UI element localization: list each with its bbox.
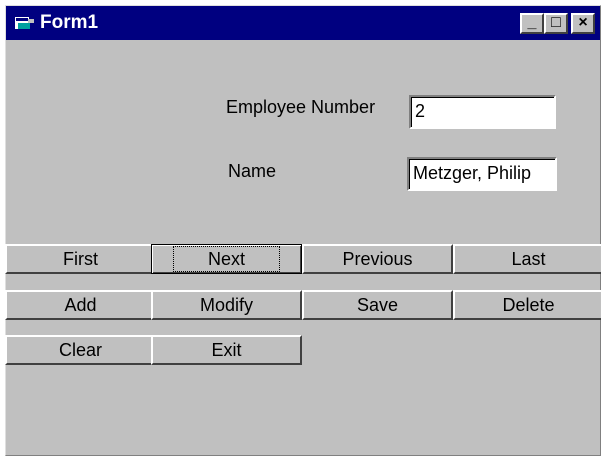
modify-button[interactable]: Modify (151, 290, 302, 320)
minimize-icon: _ (527, 14, 537, 31)
save-button[interactable]: Save (302, 290, 453, 320)
form1-window: Form1 _ □ × Employee Number 2 Name Metzg… (5, 5, 601, 456)
exit-button-label: Exit (211, 340, 242, 360)
clear-button-label: Clear (58, 340, 102, 360)
close-button[interactable]: × (571, 13, 595, 34)
maximize-button[interactable]: □ (544, 13, 568, 34)
name-field[interactable]: Metzger, Philip (407, 157, 557, 191)
exit-button[interactable]: Exit (151, 335, 302, 365)
first-button-label: First (63, 249, 98, 269)
close-icon: × (578, 14, 588, 31)
add-button[interactable]: Add (5, 290, 156, 320)
minimize-button[interactable]: _ (520, 13, 544, 34)
form-icon (15, 17, 34, 29)
first-button[interactable]: First (5, 244, 156, 274)
previous-button-label: Previous (342, 249, 413, 269)
clear-button[interactable]: Clear (5, 335, 156, 365)
delete-button[interactable]: Delete (453, 290, 601, 320)
last-button-label: Last (511, 249, 546, 269)
employee-number-label: Employee Number (226, 97, 376, 117)
previous-button[interactable]: Previous (302, 244, 453, 274)
next-button-label: Next (172, 246, 281, 272)
add-button-label: Add (64, 295, 97, 315)
last-button[interactable]: Last (453, 244, 601, 274)
save-button-label: Save (356, 295, 399, 315)
name-label: Name (228, 161, 277, 181)
modify-button-label: Modify (199, 295, 253, 315)
employee-number-field[interactable]: 2 (409, 95, 556, 129)
maximize-icon: □ (551, 14, 561, 31)
next-button[interactable]: Next (151, 244, 302, 274)
delete-button-label: Delete (502, 295, 555, 315)
title-bar[interactable]: Form1 _ □ × (6, 6, 600, 40)
window-title: Form1 (40, 12, 99, 33)
